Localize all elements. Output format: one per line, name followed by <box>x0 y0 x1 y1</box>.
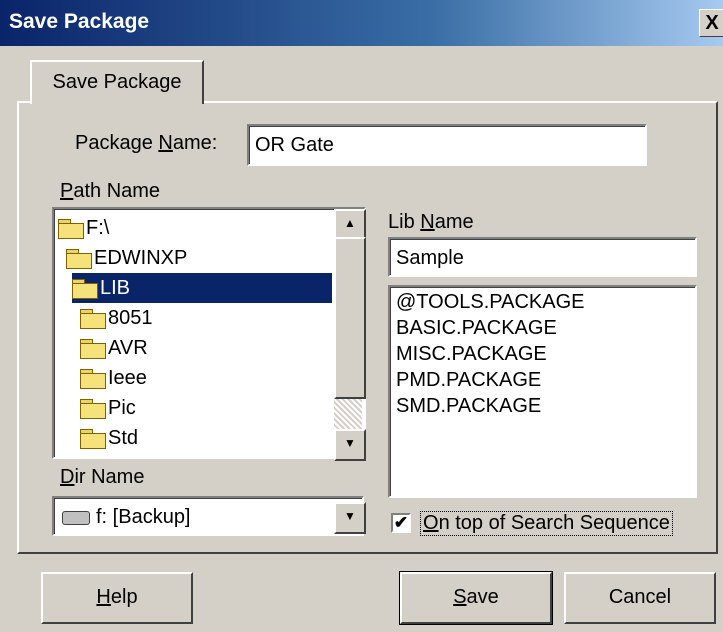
scroll-thumb[interactable] <box>334 237 366 399</box>
list-item[interactable]: SMD.PACKAGE <box>396 393 541 419</box>
folder-open-icon <box>66 248 92 269</box>
tree-item[interactable]: 8051 <box>80 303 153 333</box>
folder-icon <box>80 308 106 329</box>
close-button[interactable]: X <box>699 9 723 37</box>
dir-name-combo[interactable]: f: [Backup] ▼ <box>52 496 366 536</box>
tree-item[interactable]: EDWINXP <box>66 243 187 273</box>
dropdown-arrow-button[interactable]: ▼ <box>334 502 366 534</box>
path-tree[interactable]: F:\ EDWINXP LIB 8051 AVR Ieee Pic Std <box>52 207 366 459</box>
drive-icon <box>62 510 90 525</box>
tree-item[interactable]: AVR <box>80 333 148 363</box>
tree-item[interactable]: Std <box>80 423 138 453</box>
folder-icon <box>80 368 106 389</box>
list-item[interactable]: @TOOLS.PACKAGE <box>396 289 585 315</box>
on-top-label[interactable]: On top of Search Sequence <box>420 511 673 536</box>
tree-item[interactable]: Pic <box>80 393 136 423</box>
list-item[interactable]: MISC.PACKAGE <box>396 341 547 367</box>
tree-item[interactable]: Ieee <box>80 363 147 393</box>
folder-open-icon <box>72 278 98 299</box>
window-title: Save Package <box>9 10 150 33</box>
list-item[interactable]: BASIC.PACKAGE <box>396 315 557 341</box>
on-top-checkbox[interactable]: ✔ <box>391 513 411 533</box>
cancel-button[interactable]: Cancel <box>564 572 716 624</box>
path-scrollbar[interactable]: ▲ ▼ <box>334 209 366 461</box>
dir-name-label: Dir Name <box>60 466 145 488</box>
folder-icon <box>80 398 106 419</box>
tab-save-package[interactable]: Save Package <box>30 60 204 104</box>
folder-icon <box>80 428 106 449</box>
lib-name-label: Lib Name <box>388 211 474 233</box>
package-name-input[interactable]: OR Gate <box>247 124 647 166</box>
package-name-label: Package Name: <box>75 132 218 154</box>
scroll-down-button[interactable]: ▼ <box>334 429 366 461</box>
list-item[interactable]: PMD.PACKAGE <box>396 367 541 393</box>
folder-open-icon <box>58 218 84 239</box>
path-name-label: Path Name <box>60 180 161 202</box>
save-button[interactable]: Save <box>399 571 553 625</box>
tree-item[interactable]: F:\ <box>58 213 109 243</box>
lib-name-input[interactable]: Sample <box>388 237 697 277</box>
lib-list[interactable]: @TOOLS.PACKAGE BASIC.PACKAGE MISC.PACKAG… <box>388 285 697 498</box>
dir-name-value: f: [Backup] <box>62 504 191 530</box>
help-button[interactable]: Help <box>41 572 193 624</box>
folder-icon <box>80 338 106 359</box>
tree-item-selected[interactable]: LIB <box>72 273 332 303</box>
